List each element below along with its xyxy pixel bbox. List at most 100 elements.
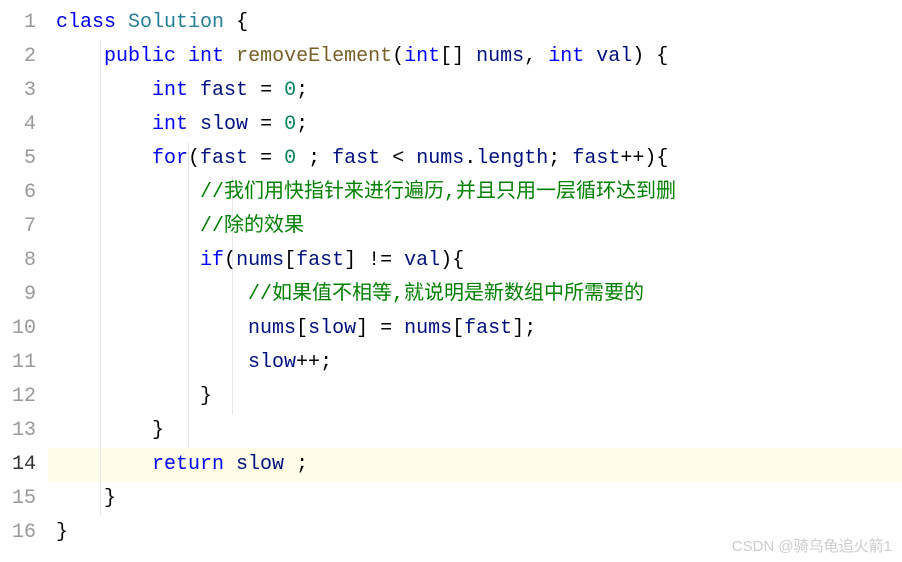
- type-int: int: [152, 113, 188, 136]
- var-fast: fast: [200, 79, 248, 102]
- var-fast: fast: [332, 147, 380, 170]
- code-editor: 1 2 3 4 5 6 7 8 9 10 11 12 13 14 15 16 c…: [0, 0, 902, 562]
- number-literal: 0: [284, 147, 296, 170]
- paren-close: ): [644, 147, 656, 170]
- param-name: nums: [476, 45, 524, 68]
- var-nums: nums: [248, 317, 296, 340]
- paren-open: (: [188, 147, 200, 170]
- paren-open: (: [224, 249, 236, 272]
- bracket-close: ]: [356, 317, 368, 340]
- brace-close: }: [104, 487, 116, 510]
- equals-op: =: [380, 317, 392, 340]
- semicolon: ;: [296, 453, 308, 476]
- semicolon: ;: [548, 147, 560, 170]
- paren-open: (: [392, 45, 404, 68]
- line-number: 5: [8, 142, 36, 176]
- method-name: removeElement: [236, 45, 392, 68]
- brackets: []: [440, 45, 464, 68]
- line-number: 2: [8, 40, 36, 74]
- keyword-class: class: [56, 11, 116, 34]
- keyword-for: for: [152, 147, 188, 170]
- brace-open: {: [452, 249, 464, 272]
- code-line: public int removeElement(int[] nums, int…: [48, 40, 902, 74]
- brace-close: }: [152, 419, 164, 442]
- comment: //如果值不相等,就说明是新数组中所需要的: [248, 283, 644, 306]
- line-number: 6: [8, 176, 36, 210]
- line-number: 10: [8, 312, 36, 346]
- var-nums: nums: [404, 317, 452, 340]
- dot-op: .: [464, 147, 476, 170]
- line-number-current: 14: [8, 448, 36, 482]
- less-than-op: <: [392, 147, 404, 170]
- type-int: int: [548, 45, 584, 68]
- code-line: nums[slow] = nums[fast];: [48, 312, 902, 346]
- comment: //我们用快指针来进行遍历,并且只用一层循环达到删: [200, 181, 676, 204]
- code-line: }: [48, 414, 902, 448]
- var-val: val: [404, 249, 440, 272]
- semicolon: ;: [524, 317, 536, 340]
- var-nums: nums: [416, 147, 464, 170]
- increment-op: ++: [620, 147, 644, 170]
- line-number: 16: [8, 516, 36, 550]
- line-number: 7: [8, 210, 36, 244]
- code-line: }: [48, 380, 902, 414]
- paren-close: ): [440, 249, 452, 272]
- code-line: //如果值不相等,就说明是新数组中所需要的: [48, 278, 902, 312]
- bracket-open: [: [296, 317, 308, 340]
- type-int: int: [188, 45, 224, 68]
- line-number: 8: [8, 244, 36, 278]
- bracket-close: ]: [344, 249, 356, 272]
- comment: //除的效果: [200, 215, 304, 238]
- equals-op: =: [260, 147, 272, 170]
- keyword-public: public: [104, 45, 176, 68]
- var-fast: fast: [464, 317, 512, 340]
- var-fast: fast: [200, 147, 248, 170]
- class-name: Solution: [128, 11, 224, 34]
- keyword-if: if: [200, 249, 224, 272]
- semicolon: ;: [308, 147, 320, 170]
- line-number-gutter: 1 2 3 4 5 6 7 8 9 10 11 12 13 14 15 16: [0, 0, 48, 562]
- equals-op: =: [260, 79, 272, 102]
- line-number: 1: [8, 6, 36, 40]
- brace-open: {: [656, 45, 668, 68]
- semicolon: ;: [296, 79, 308, 102]
- code-line: if(nums[fast] != val){: [48, 244, 902, 278]
- brace-open: {: [236, 11, 248, 34]
- code-line: }: [48, 482, 902, 516]
- keyword-return: return: [152, 453, 224, 476]
- equals-op: =: [260, 113, 272, 136]
- semicolon: ;: [296, 113, 308, 136]
- var-slow: slow: [236, 453, 284, 476]
- var-fast: fast: [296, 249, 344, 272]
- number-literal: 0: [284, 79, 296, 102]
- brace-close: }: [200, 385, 212, 408]
- code-area[interactable]: class Solution { public int removeElemen…: [48, 0, 902, 562]
- code-line: slow++;: [48, 346, 902, 380]
- watermark: CSDN @骑乌龟追火箭1: [732, 535, 892, 556]
- bracket-close: ]: [512, 317, 524, 340]
- code-line: int slow = 0;: [48, 108, 902, 142]
- line-number: 9: [8, 278, 36, 312]
- code-line: //除的效果: [48, 210, 902, 244]
- semicolon: ;: [320, 351, 332, 374]
- code-line: //我们用快指针来进行遍历,并且只用一层循环达到删: [48, 176, 902, 210]
- type-int: int: [404, 45, 440, 68]
- paren-close: ): [632, 45, 644, 68]
- comma: ,: [524, 45, 536, 68]
- code-line: return slow ;: [48, 448, 902, 482]
- line-number: 15: [8, 482, 36, 516]
- prop-length: length: [476, 147, 548, 170]
- line-number: 12: [8, 380, 36, 414]
- code-line: for(fast = 0 ; fast < nums.length; fast+…: [48, 142, 902, 176]
- brace-open: {: [656, 147, 668, 170]
- type-int: int: [152, 79, 188, 102]
- not-equal-op: !=: [368, 249, 392, 272]
- var-fast: fast: [572, 147, 620, 170]
- number-literal: 0: [284, 113, 296, 136]
- line-number: 3: [8, 74, 36, 108]
- var-slow: slow: [200, 113, 248, 136]
- var-slow: slow: [308, 317, 356, 340]
- line-number: 4: [8, 108, 36, 142]
- var-nums: nums: [236, 249, 284, 272]
- bracket-open: [: [284, 249, 296, 272]
